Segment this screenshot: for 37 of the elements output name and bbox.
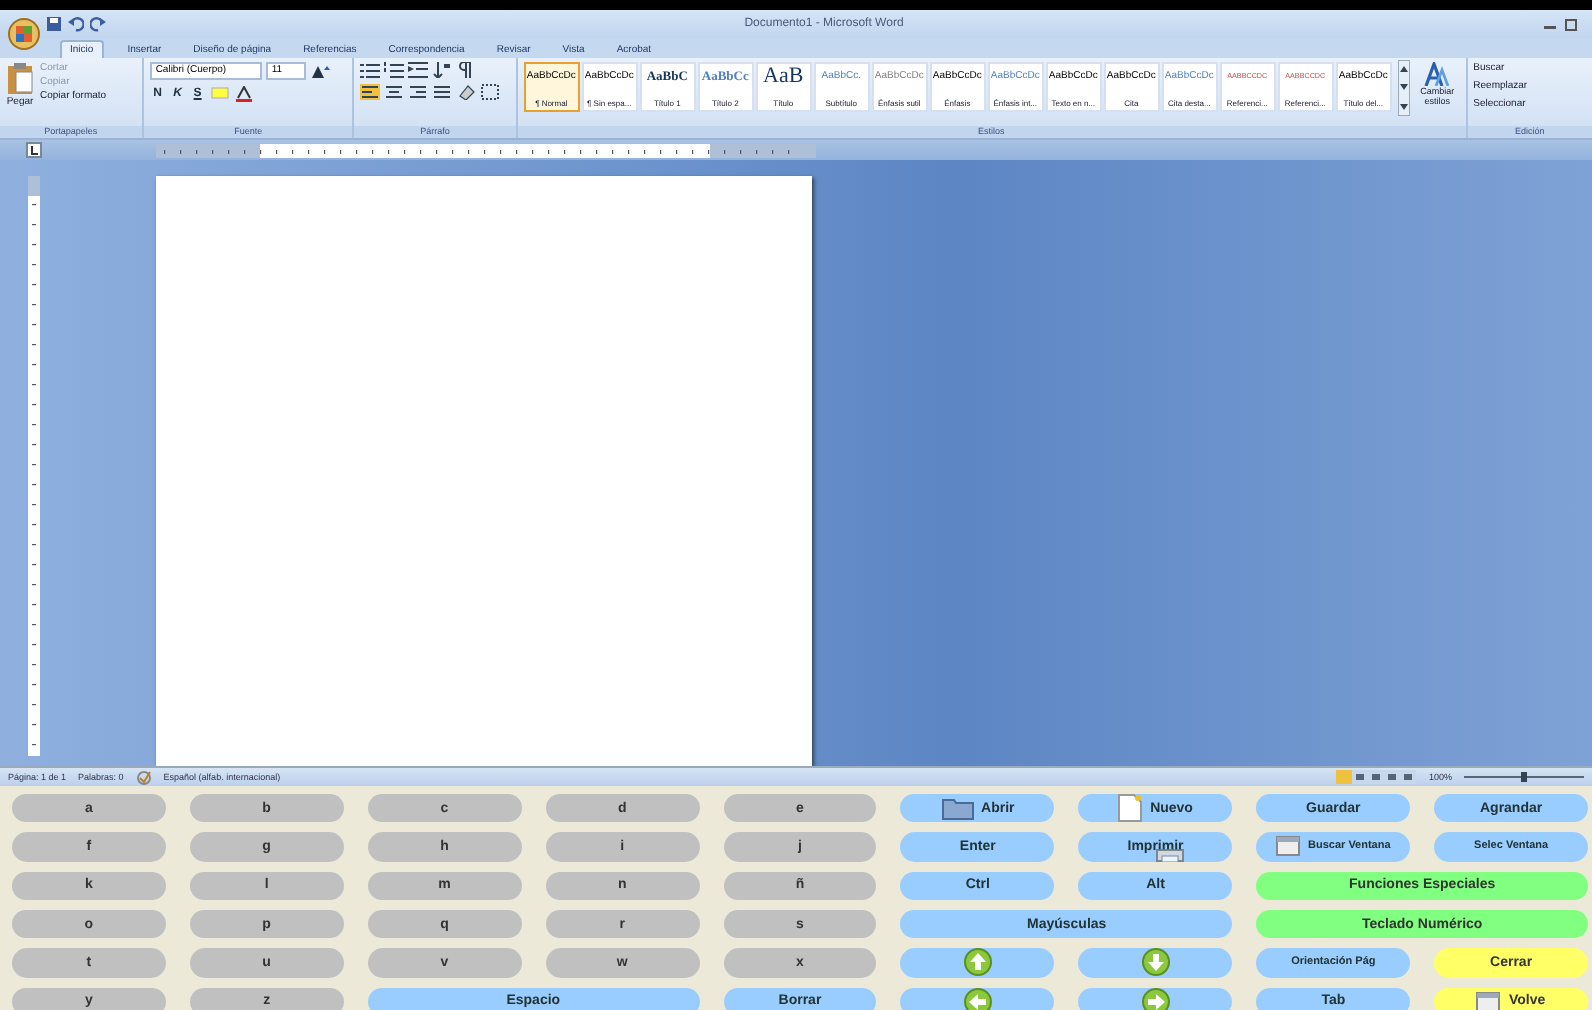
align-center-icon[interactable]	[384, 84, 405, 100]
view-buttons-icon[interactable]	[1336, 770, 1417, 784]
arrow-icon	[1141, 987, 1170, 1010]
indent-icon[interactable]	[408, 62, 429, 78]
zoom-slider[interactable]	[1464, 770, 1584, 784]
clipboard-icon	[6, 62, 34, 94]
sort-icon[interactable]	[432, 62, 453, 78]
arrow-icon	[1141, 948, 1170, 977]
gallery-scroll-icon[interactable]	[1397, 60, 1410, 116]
window-icon	[1476, 991, 1501, 1010]
styles-letters-icon	[1423, 62, 1452, 86]
align-right-icon[interactable]	[408, 84, 429, 100]
window-icon	[1276, 836, 1301, 857]
folder-icon	[941, 796, 974, 821]
pilcrow-icon[interactable]	[456, 62, 477, 78]
redo-icon[interactable]	[90, 16, 106, 32]
arrow-key[interactable]	[900, 987, 1055, 1010]
numbered-list-icon[interactable]	[384, 62, 405, 78]
arrow-key[interactable]	[900, 948, 1055, 978]
zoom-slider-thumb[interactable]	[1521, 772, 1527, 782]
save-icon[interactable]	[46, 16, 62, 32]
undo-icon[interactable]	[68, 16, 84, 32]
document-icon	[1118, 794, 1143, 823]
tab-selector-icon[interactable]	[26, 142, 42, 158]
arrow-key[interactable]	[1078, 987, 1233, 1010]
borders-icon[interactable]	[480, 84, 501, 100]
arrow-icon	[963, 948, 992, 977]
font-color-icon[interactable]	[233, 86, 254, 102]
arrow-icon	[963, 987, 992, 1010]
proofing-icon[interactable]	[135, 769, 152, 785]
shading-icon[interactable]	[456, 84, 477, 100]
restore-icon[interactable]	[1564, 16, 1580, 32]
align-left-icon[interactable]	[360, 84, 381, 100]
bullet-list-icon[interactable]	[360, 62, 381, 78]
grow-font-icon[interactable]	[309, 63, 330, 79]
justify-icon[interactable]	[432, 84, 453, 100]
arrow-key[interactable]	[1078, 948, 1233, 978]
